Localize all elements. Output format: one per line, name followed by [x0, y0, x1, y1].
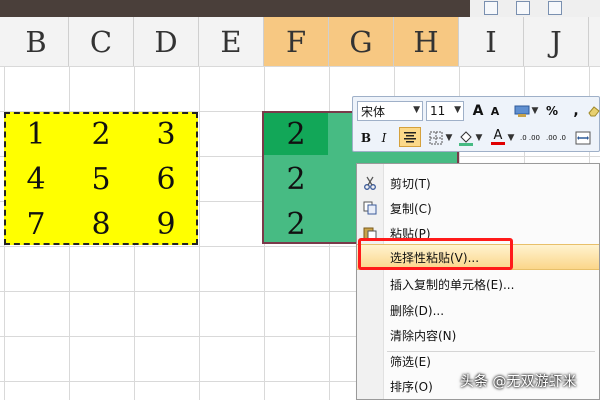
menu-item-cut[interactable]: 剪切(T) — [357, 170, 599, 196]
cell[interactable]: 2 — [69, 112, 133, 156]
menu-item-delete[interactable]: 删除(D)... — [357, 297, 599, 323]
mini-format-toolbar: 宋体 ▼ 11 ▼ A A ▼ % , B I ▼ ▼ A ▼ .0 .00 .… — [352, 96, 600, 152]
menu-item-label: 筛选(E) — [390, 354, 431, 369]
column-header-d[interactable]: D — [134, 17, 199, 66]
cell[interactable]: 2 — [264, 112, 328, 156]
font-color-bar — [491, 142, 505, 145]
menu-item-label: 复制(C) — [390, 201, 432, 216]
menu-item-copy[interactable]: 复制(C) — [357, 195, 599, 221]
copy-icon — [362, 200, 378, 216]
percent-button[interactable]: % — [543, 101, 561, 121]
italic-button[interactable]: I — [375, 128, 393, 148]
chevron-down-icon: ▼ — [454, 105, 461, 115]
menu-item-label: 排序(O) — [390, 379, 433, 394]
font-color-button[interactable]: A — [489, 127, 507, 147]
increase-decimal-button[interactable]: .0 .00 — [519, 128, 541, 148]
context-menu: 剪切(T) 复制(C) 粘贴(P) 选择性粘贴(V)... 插入复制的单元格(E… — [356, 163, 600, 400]
fill-color-button[interactable] — [457, 128, 475, 148]
menu-item-clear-contents[interactable]: 清除内容(N) — [357, 322, 599, 348]
cell[interactable]: 2 — [264, 202, 328, 246]
borders-icon — [429, 131, 443, 145]
cell[interactable]: 3 — [134, 112, 198, 156]
column-header-g[interactable]: G — [329, 17, 394, 66]
column-header-h[interactable]: H — [394, 17, 459, 66]
font-size-value: 11 — [430, 104, 446, 118]
align-center-button[interactable] — [399, 127, 421, 147]
format-painter-icon[interactable] — [513, 101, 531, 121]
menu-item-label: 删除(D)... — [390, 303, 445, 318]
cell[interactable]: 6 — [134, 157, 198, 201]
cell[interactable]: 1 — [4, 112, 68, 156]
column-header-f[interactable]: F — [264, 17, 329, 66]
chevron-down-icon[interactable]: ▼ — [445, 128, 453, 148]
column-header-j[interactable]: J — [524, 17, 589, 66]
column-header-c[interactable]: C — [69, 17, 134, 66]
window-top-right-area — [470, 0, 600, 17]
font-name-value: 宋体 — [361, 104, 386, 119]
fill-bucket-icon — [459, 131, 473, 146]
align-center-icon — [404, 132, 416, 143]
copied-range[interactable]: 1 2 3 4 5 6 7 8 9 — [4, 112, 198, 245]
shrink-font-button[interactable]: A — [486, 101, 504, 121]
highlight-annotation-box — [358, 238, 513, 270]
eraser-icon[interactable] — [585, 101, 600, 121]
window-icon-1[interactable] — [484, 1, 498, 15]
chevron-down-icon[interactable]: ▼ — [531, 101, 539, 121]
cell[interactable]: 4 — [4, 157, 68, 201]
font-name-combo[interactable]: 宋体 ▼ — [357, 101, 423, 121]
menu-item-label: 清除内容(N) — [390, 328, 457, 343]
font-size-combo[interactable]: 11 ▼ — [426, 101, 464, 121]
cell[interactable]: 7 — [4, 202, 68, 246]
font-color-letter: A — [493, 128, 503, 143]
chevron-down-icon: ▼ — [413, 105, 420, 115]
cell[interactable]: 2 — [264, 157, 328, 201]
merge-cells-button[interactable] — [573, 128, 593, 148]
scissors-icon — [362, 175, 378, 191]
menu-item-label: 剪切(T) — [390, 176, 431, 191]
chevron-down-icon[interactable]: ▼ — [507, 128, 515, 148]
borders-button[interactable] — [427, 128, 445, 148]
decrease-decimal-button[interactable]: .00 .0 — [545, 128, 567, 148]
cell[interactable]: 5 — [69, 157, 133, 201]
chevron-down-icon[interactable]: ▼ — [475, 128, 483, 148]
grow-font-button[interactable]: A — [469, 101, 487, 121]
window-icon-3[interactable] — [548, 1, 562, 15]
column-header-e[interactable]: E — [199, 17, 264, 66]
column-header-b[interactable]: B — [4, 17, 69, 66]
cell[interactable]: 8 — [69, 202, 133, 246]
menu-item-label: 插入复制的单元格(E)... — [390, 277, 515, 292]
cell[interactable]: 9 — [134, 202, 198, 246]
watermark: 头条 @无双游虾米 — [460, 374, 577, 390]
merge-icon — [575, 131, 591, 145]
column-header-i[interactable]: I — [459, 17, 524, 66]
comma-button[interactable]: , — [567, 101, 585, 121]
window-icon-2[interactable] — [516, 1, 530, 15]
bold-button[interactable]: B — [357, 128, 375, 148]
column-headers: B C D E F G H I J — [0, 17, 600, 67]
menu-item-insert-copied-cells[interactable]: 插入复制的单元格(E)... — [357, 271, 599, 297]
window-top-bar — [0, 0, 600, 17]
